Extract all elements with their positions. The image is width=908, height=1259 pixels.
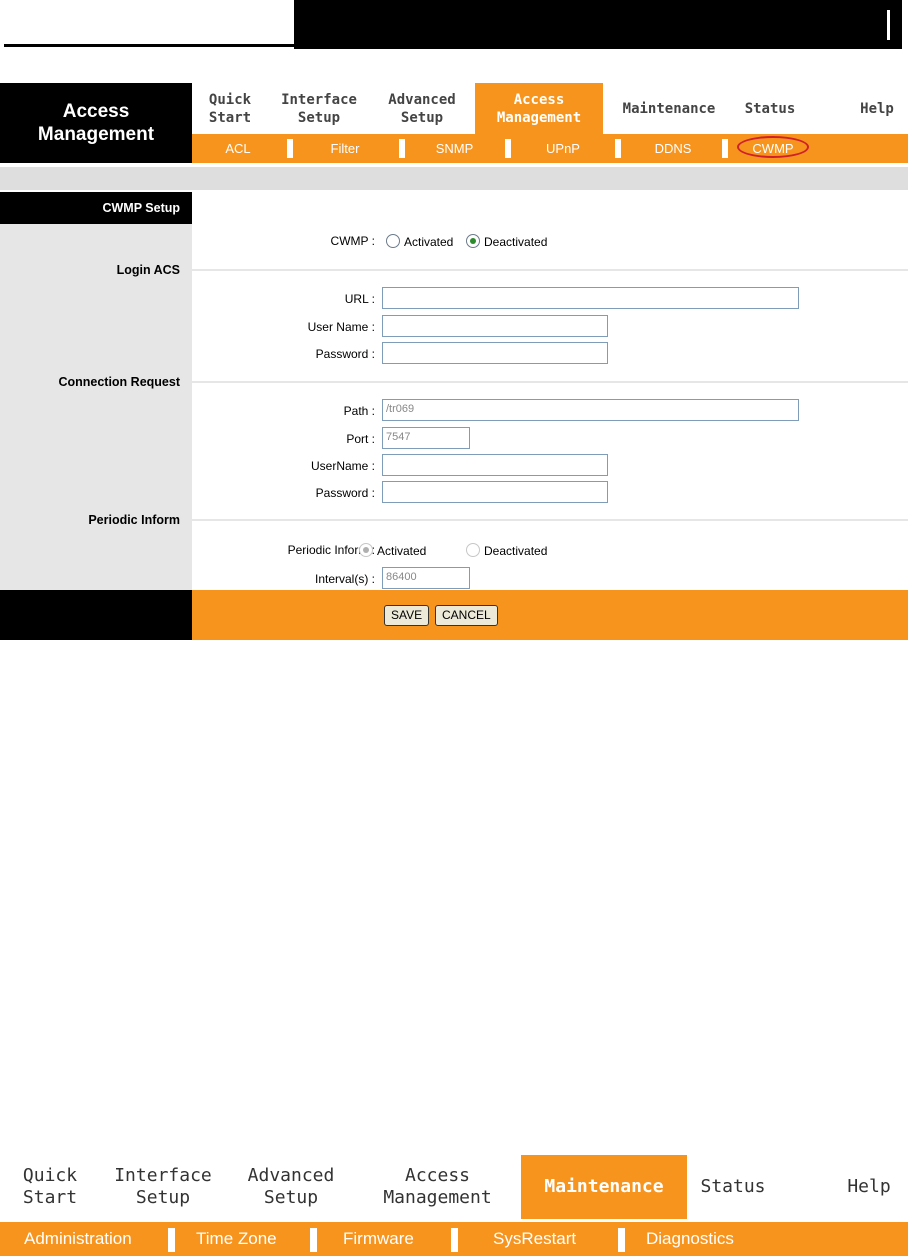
nav-advanced-setup[interactable]: Advanced Setup bbox=[370, 83, 474, 134]
subnav-snmp[interactable]: SNMP bbox=[407, 134, 502, 163]
page-title-line1: Access bbox=[62, 101, 130, 122]
subnav-separator bbox=[505, 139, 511, 158]
periodic-activated-label: Activated bbox=[377, 544, 427, 558]
main-nav: Quick Start Interface Setup Advanced Set… bbox=[192, 83, 908, 134]
nav-interface-setup[interactable]: Interface Setup bbox=[272, 83, 366, 134]
divider bbox=[192, 381, 908, 383]
subnav-acl[interactable]: ACL bbox=[192, 134, 284, 163]
subnav-diagnostics[interactable]: Diagnostics bbox=[646, 1222, 734, 1256]
subnav-separator bbox=[615, 139, 621, 158]
bottom-nav-status[interactable]: Status bbox=[688, 1155, 778, 1219]
periodic-inform-label: Periodic Inform : bbox=[287, 543, 375, 557]
cr-password-label: Password : bbox=[315, 486, 375, 500]
nav-maintenance[interactable]: Maintenance bbox=[610, 83, 728, 134]
subnav-separator bbox=[168, 1228, 175, 1252]
save-button[interactable]: SAVE bbox=[384, 605, 430, 626]
section-login-acs: Login ACS bbox=[116, 263, 180, 277]
subnav-separator bbox=[722, 139, 728, 158]
nav-help[interactable]: Help bbox=[847, 83, 907, 134]
acs-username-label: User Name : bbox=[307, 320, 375, 334]
port-label: Port : bbox=[346, 432, 375, 446]
cwmp-highlight-ring bbox=[737, 136, 809, 158]
acs-password-label: Password : bbox=[315, 347, 375, 361]
interval-input[interactable]: 86400 bbox=[382, 567, 470, 589]
periodic-deactivated-radio[interactable] bbox=[466, 543, 480, 557]
section-connection-request: Connection Request bbox=[58, 375, 180, 389]
cr-username-input[interactable] bbox=[382, 454, 608, 476]
cwmp-label: CWMP : bbox=[330, 234, 375, 248]
port-input[interactable]: 7547 bbox=[382, 427, 470, 449]
bottom-nav-help[interactable]: Help bbox=[830, 1155, 908, 1219]
cwmp-deactivated-radio[interactable] bbox=[466, 234, 480, 248]
cwmp-activated-label: Activated bbox=[404, 235, 454, 249]
subnav-separator bbox=[451, 1228, 458, 1252]
acs-username-input[interactable] bbox=[382, 315, 608, 337]
bottom-nav-advanced-setup[interactable]: Advanced Setup bbox=[226, 1155, 356, 1219]
bottom-nav-maintenance[interactable]: Maintenance bbox=[521, 1155, 687, 1219]
section-periodic-inform: Periodic Inform bbox=[88, 513, 180, 527]
url-label: URL : bbox=[344, 292, 375, 306]
nav-quick-start[interactable]: Quick Start bbox=[192, 83, 268, 134]
top-bar-tick bbox=[887, 10, 890, 40]
divider bbox=[192, 269, 908, 271]
subnav-administration[interactable]: Administration bbox=[24, 1222, 132, 1256]
bottom-nav-interface-setup[interactable]: Interface Setup bbox=[105, 1155, 221, 1219]
periodic-deactivated-label: Deactivated bbox=[484, 544, 548, 558]
cwmp-deactivated-label: Deactivated bbox=[484, 235, 548, 249]
page-title: Access Management bbox=[0, 83, 192, 163]
subnav-separator bbox=[618, 1228, 625, 1252]
section-cwmp-setup: CWMP Setup bbox=[0, 192, 192, 224]
cr-username-label: UserName : bbox=[310, 459, 375, 473]
divider bbox=[192, 519, 908, 521]
bottom-nav-quick-start[interactable]: Quick Start bbox=[0, 1155, 100, 1219]
cr-password-input[interactable] bbox=[382, 481, 608, 503]
subnav-sysrestart[interactable]: SysRestart bbox=[493, 1222, 576, 1256]
path-input[interactable]: /tr069 bbox=[382, 399, 799, 421]
bottom-nav-access-management[interactable]: Access Management bbox=[360, 1155, 515, 1219]
subnav-time-zone[interactable]: Time Zone bbox=[196, 1222, 277, 1256]
interval-label: Interval(s) : bbox=[314, 572, 375, 586]
subnav-separator bbox=[399, 139, 405, 158]
section-sidebar bbox=[0, 192, 192, 590]
subnav-ddns[interactable]: DDNS bbox=[623, 134, 723, 163]
nav-access-management[interactable]: Access Management bbox=[475, 83, 603, 134]
periodic-activated-radio[interactable] bbox=[359, 543, 373, 557]
bottom-nav-block: Quick Start Interface Setup Advanced Set… bbox=[0, 1155, 908, 1259]
header: Access Management Quick Start Interface … bbox=[0, 83, 908, 163]
cancel-button[interactable]: CANCEL bbox=[435, 605, 498, 626]
path-label: Path : bbox=[343, 404, 375, 418]
acs-password-input[interactable] bbox=[382, 342, 608, 364]
footer-button-bar: SAVE CANCEL bbox=[192, 590, 908, 640]
grey-strip bbox=[0, 167, 908, 190]
cwmp-activated-radio[interactable] bbox=[386, 234, 400, 248]
page-title-line2: Management bbox=[37, 124, 155, 145]
sub-nav: ACL Filter SNMP UPnP DDNS CWMP bbox=[192, 134, 908, 163]
top-black-bar bbox=[294, 0, 902, 49]
url-input[interactable] bbox=[382, 287, 799, 309]
subnav-filter[interactable]: Filter bbox=[295, 134, 395, 163]
subnav-upnp[interactable]: UPnP bbox=[512, 134, 614, 163]
footer-left-block bbox=[0, 590, 192, 640]
nav-status[interactable]: Status bbox=[732, 83, 808, 134]
subnav-separator bbox=[287, 139, 293, 158]
bottom-sub-nav: Administration Time Zone Firmware SysRes… bbox=[0, 1222, 908, 1256]
subnav-firmware[interactable]: Firmware bbox=[343, 1222, 414, 1256]
top-left-rule bbox=[4, 44, 294, 47]
subnav-separator bbox=[310, 1228, 317, 1252]
